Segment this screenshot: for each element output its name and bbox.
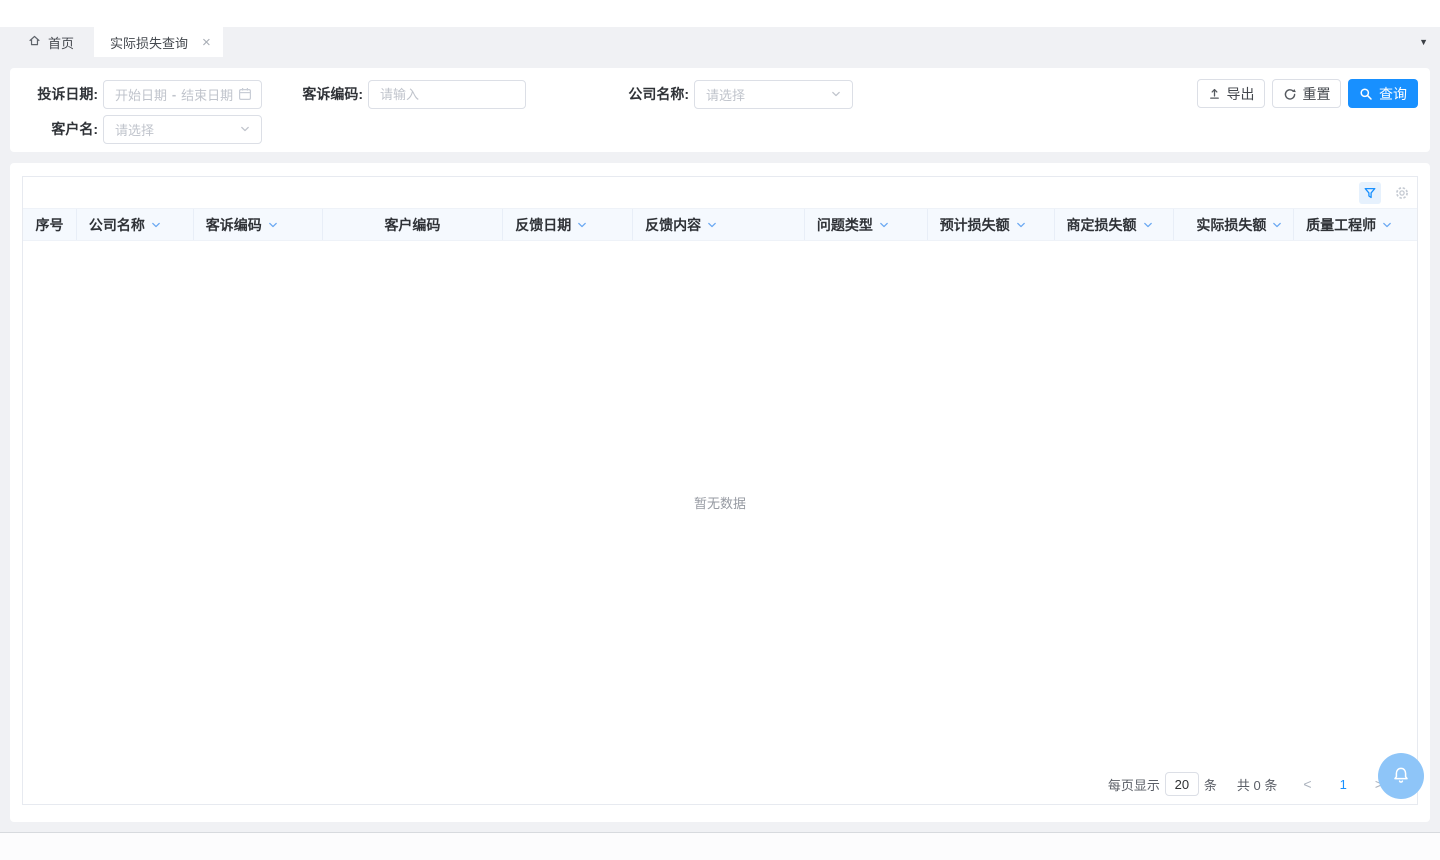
empty-state-text: 暂无数据: [694, 493, 746, 512]
filter-complaint-date: 投诉日期: 开始日期 - 结束日期: [30, 80, 262, 109]
close-tab-icon[interactable]: ×: [202, 35, 211, 50]
column-header-company-name[interactable]: 公司名称: [77, 209, 194, 240]
tab-active-label: 实际损失查询: [110, 33, 188, 52]
per-page-prefix: 每页显示: [1108, 775, 1160, 794]
table-container: 序号 公司名称 客诉编码 客户编码 反馈日期 反馈内容 问题类型 预计损失额 商…: [22, 176, 1418, 805]
complaint-code-input[interactable]: [368, 80, 526, 109]
company-name-placeholder: 请选择: [706, 85, 745, 104]
filter-complaint-code: 客诉编码:: [273, 80, 526, 109]
customer-name-placeholder: 请选择: [115, 120, 154, 139]
sort-chevron-icon: [150, 219, 162, 231]
chevron-down-icon: [239, 123, 251, 135]
column-header-actual-loss[interactable]: 实际损失额: [1174, 209, 1294, 240]
reset-button[interactable]: 重置: [1272, 79, 1341, 108]
tabbar-dropdown-caret-icon[interactable]: ▼: [1419, 38, 1428, 47]
sort-chevron-icon: [1142, 219, 1154, 231]
complaint-date-label: 投诉日期:: [30, 84, 98, 104]
column-header-estimated-loss[interactable]: 预计损失额: [928, 209, 1055, 240]
export-button[interactable]: 导出: [1197, 79, 1265, 108]
tab-actual-loss-query[interactable]: 实际损失查询 ×: [94, 27, 223, 57]
home-icon: [28, 34, 41, 50]
sort-chevron-icon: [878, 219, 890, 231]
empty-state: 暂无数据: [23, 241, 1417, 764]
refresh-icon: [1283, 87, 1297, 101]
complaint-code-label: 客诉编码:: [273, 84, 363, 104]
export-icon: [1208, 87, 1221, 100]
sort-chevron-icon: [267, 219, 279, 231]
filter-panel: 投诉日期: 开始日期 - 结束日期 客诉编码: 公司名称: 请选择: [10, 68, 1430, 152]
query-button-label: 查询: [1379, 84, 1407, 104]
export-button-label: 导出: [1227, 84, 1255, 104]
complaint-date-range-input[interactable]: 开始日期 - 结束日期: [103, 80, 262, 109]
column-header-feedback-date[interactable]: 反馈日期: [503, 209, 633, 240]
column-header-index: 序号: [23, 209, 77, 240]
date-range-separator: -: [172, 87, 176, 102]
search-icon: [1359, 87, 1373, 101]
column-header-agreed-loss[interactable]: 商定损失额: [1055, 209, 1175, 240]
calendar-icon: [238, 87, 252, 101]
tab-bar: 首页 实际损失查询 ×: [0, 27, 1440, 57]
column-header-quality-engineer[interactable]: 质量工程师: [1294, 209, 1417, 240]
end-date-placeholder: 结束日期: [181, 85, 233, 104]
customer-name-select[interactable]: 请选择: [103, 115, 262, 144]
customer-name-label: 客户名:: [30, 119, 98, 139]
current-page-number[interactable]: 1: [1340, 777, 1347, 792]
table-header-row: 序号 公司名称 客诉编码 客户编码 反馈日期 反馈内容 问题类型 预计损失额 商…: [23, 208, 1417, 241]
table-toolbar: [23, 177, 1417, 208]
sort-chevron-icon: [576, 219, 588, 231]
bell-icon: [1390, 765, 1412, 787]
pagination: 每页显示 条 共 0 条 < 1 >: [23, 764, 1417, 804]
total-count: 共 0 条: [1237, 775, 1277, 794]
prev-page-icon[interactable]: <: [1303, 776, 1311, 792]
company-name-label: 公司名称:: [599, 84, 689, 104]
column-header-feedback-content[interactable]: 反馈内容: [633, 209, 805, 240]
column-header-customer-code: 客户编码: [323, 209, 504, 240]
filter-funnel-icon[interactable]: [1359, 182, 1381, 204]
chevron-down-icon: [830, 88, 842, 100]
query-button[interactable]: 查询: [1348, 79, 1418, 108]
filter-row-2: 客户名: 请选择: [30, 114, 262, 144]
per-page-suffix: 条: [1204, 775, 1217, 794]
filter-row-1: 投诉日期: 开始日期 - 结束日期 客诉编码: 公司名称: 请选择: [30, 79, 853, 109]
sort-chevron-icon: [1015, 219, 1027, 231]
notification-bell-button[interactable]: [1378, 753, 1424, 799]
start-date-placeholder: 开始日期: [115, 85, 167, 104]
tab-home[interactable]: 首页: [0, 27, 94, 57]
per-page-input[interactable]: [1165, 772, 1199, 796]
column-header-complaint-code[interactable]: 客诉编码: [194, 209, 323, 240]
filter-actions: 导出 重置 查询: [1197, 79, 1418, 108]
filter-customer-name: 客户名: 请选择: [30, 115, 262, 144]
reset-button-label: 重置: [1303, 84, 1331, 104]
filter-company-name: 公司名称: 请选择: [599, 80, 853, 109]
bottom-strip: [0, 832, 1440, 860]
company-name-select[interactable]: 请选择: [694, 80, 853, 109]
sort-chevron-icon: [706, 219, 718, 231]
table-panel: 序号 公司名称 客诉编码 客户编码 反馈日期 反馈内容 问题类型 预计损失额 商…: [10, 163, 1430, 822]
tab-home-label: 首页: [48, 33, 74, 52]
column-header-problem-type[interactable]: 问题类型: [805, 209, 928, 240]
settings-gear-icon[interactable]: [1393, 184, 1411, 202]
sort-chevron-icon: [1271, 219, 1283, 231]
sort-chevron-icon: [1381, 219, 1393, 231]
